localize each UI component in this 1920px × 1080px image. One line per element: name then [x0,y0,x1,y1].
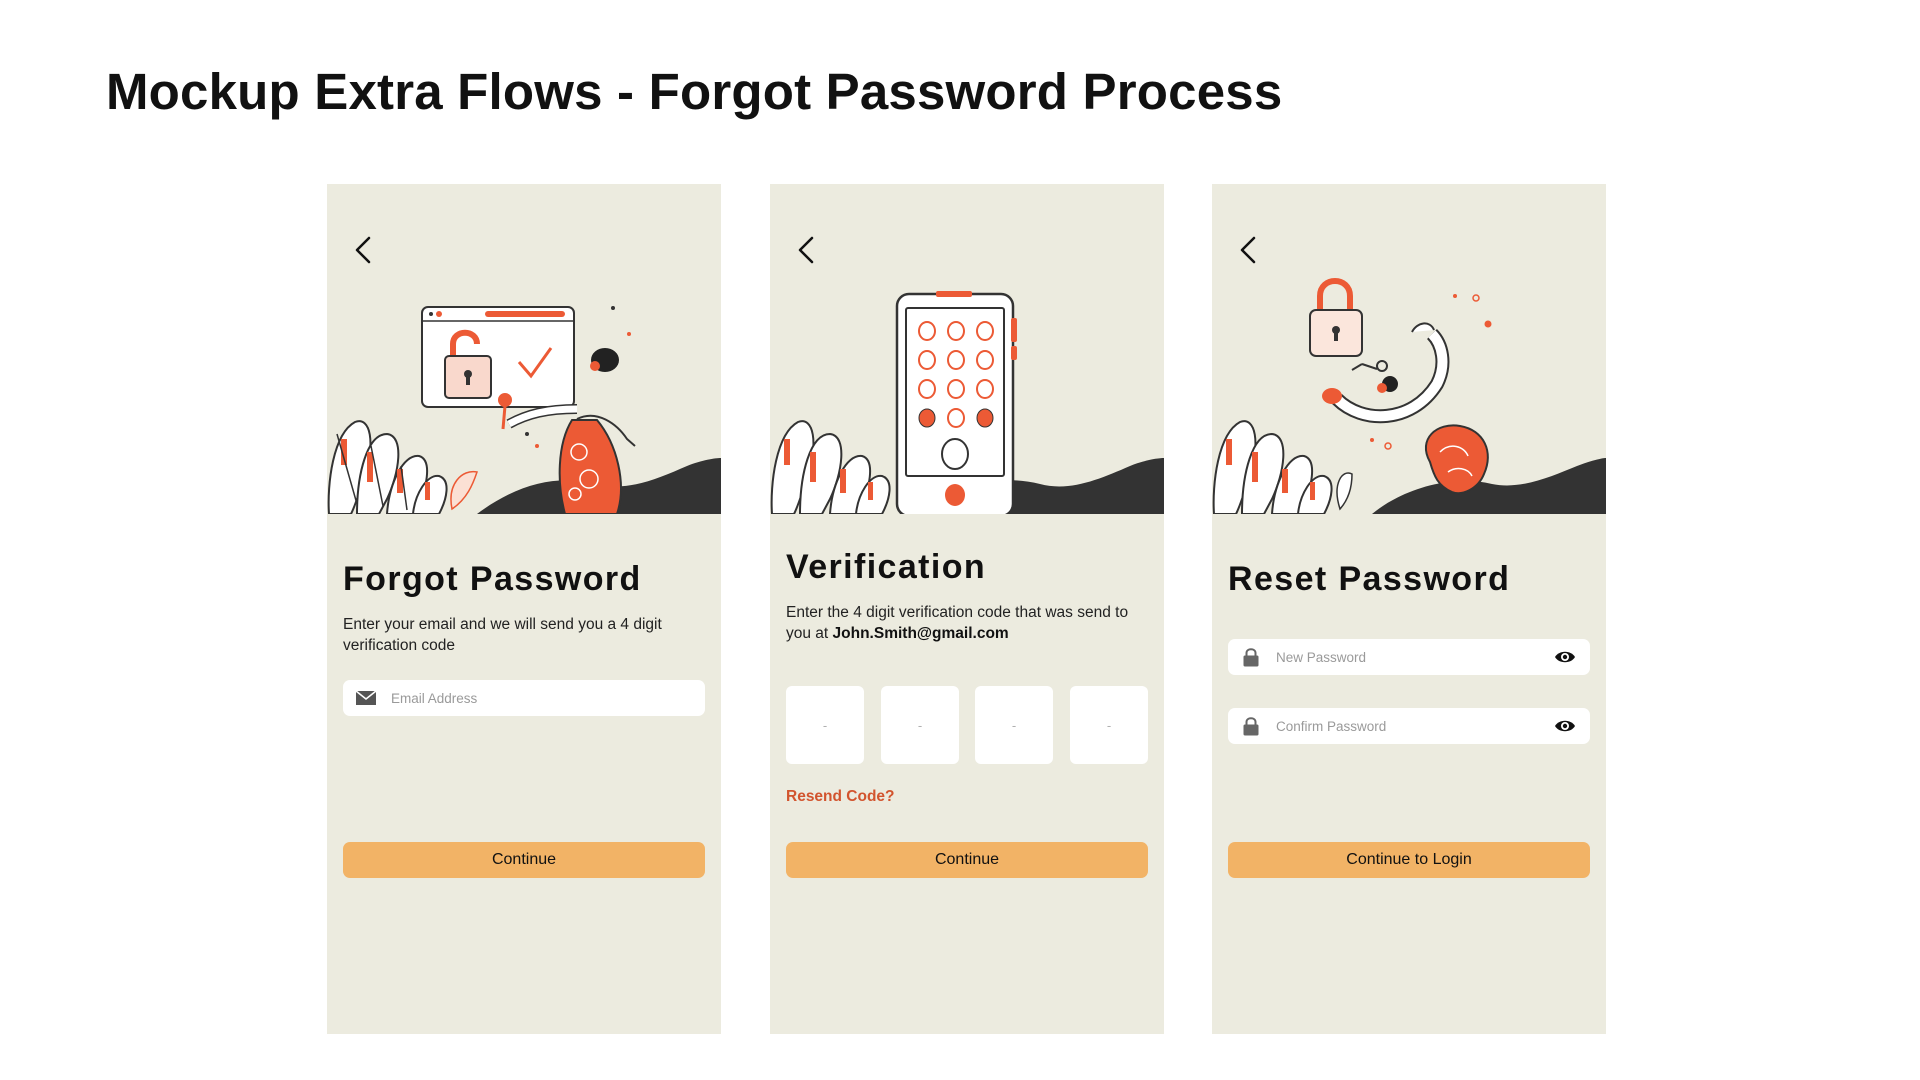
code-digit-4[interactable]: - [1070,686,1148,764]
back-arrow-icon[interactable] [1234,230,1266,270]
forgot-password-screen: Forgot Password Enter your email and we … [327,184,721,1034]
back-arrow-icon[interactable] [792,230,824,270]
screen-heading: Verification [786,548,987,586]
forgot-password-illustration [327,306,721,514]
reset-password-illustration [1212,278,1606,514]
recipient-email: John.Smith@gmail.com [832,625,1009,642]
back-arrow-icon[interactable] [349,230,381,270]
resend-code-link[interactable]: Resend Code? [786,788,895,806]
mail-icon [355,690,377,705]
new-password-field[interactable] [1228,639,1590,675]
continue-button[interactable]: Continue [786,842,1148,878]
reset-password-screen: Reset Password Continue to Login [1212,184,1606,1034]
code-digit-2[interactable]: - [881,686,959,764]
page-title: Mockup Extra Flows - Forgot Password Pro… [106,63,1283,120]
email-field[interactable] [343,680,705,716]
show-password-icon[interactable] [1554,649,1576,665]
email-input[interactable] [389,682,705,714]
screen-description: Enter your email and we will send you a … [343,616,662,654]
screen-heading: Reset Password [1228,560,1511,598]
show-password-icon[interactable] [1554,718,1576,734]
verification-illustration [770,291,1164,514]
lock-icon [1243,717,1259,736]
confirm-password-field[interactable] [1228,708,1590,744]
code-digit-3[interactable]: - [975,686,1053,764]
screen-description: Enter the 4 digit verification code that… [786,602,1148,644]
screen-heading: Forgot Password [343,560,642,598]
code-digit-1[interactable]: - [786,686,864,764]
continue-button[interactable]: Continue [343,842,705,878]
continue-to-login-button[interactable]: Continue to Login [1228,842,1590,878]
new-password-input[interactable] [1274,641,1554,673]
lock-icon [1243,648,1259,667]
confirm-password-input[interactable] [1274,710,1554,742]
verification-screen: Verification Enter the 4 digit verificat… [770,184,1164,1034]
